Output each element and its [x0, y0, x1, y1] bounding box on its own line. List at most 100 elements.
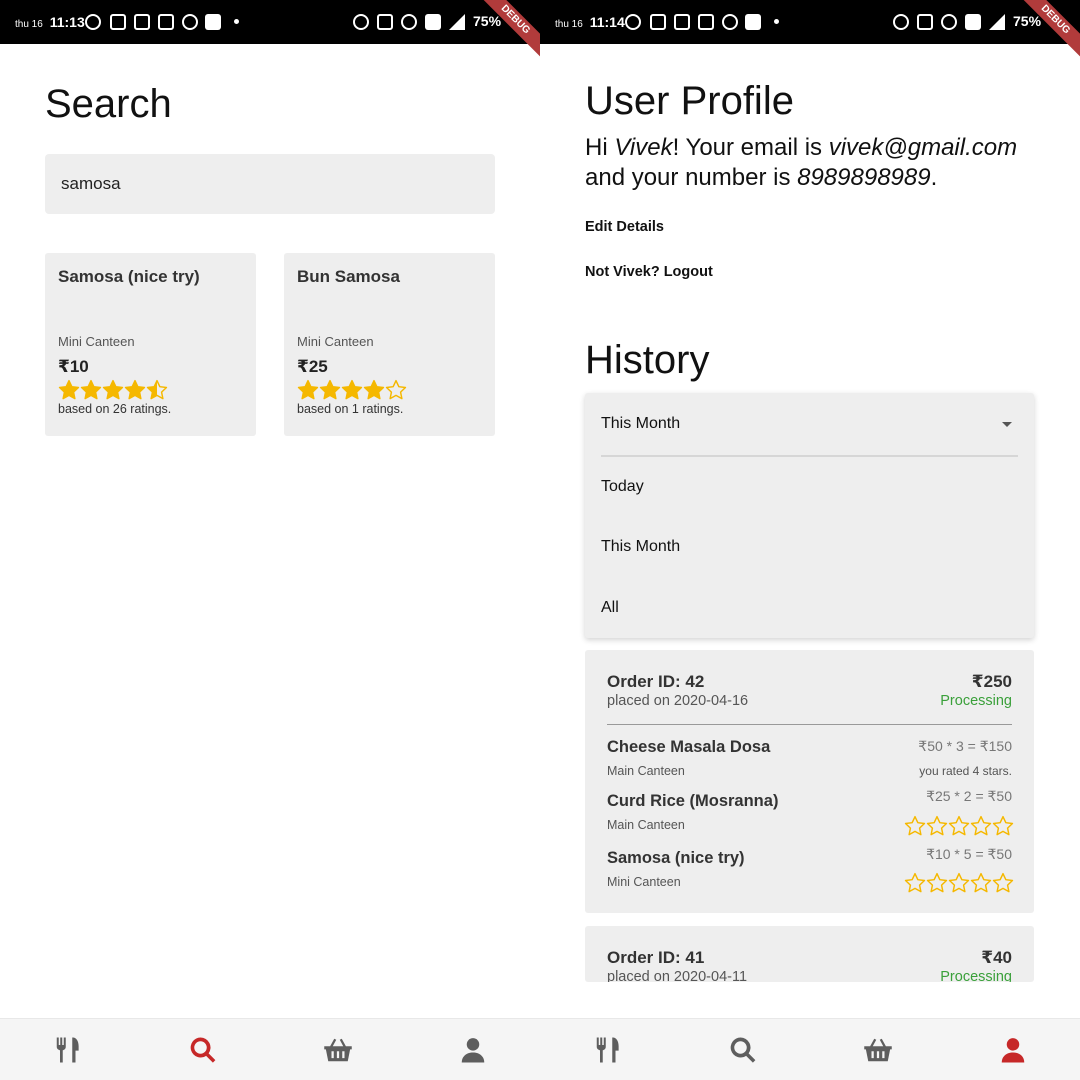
order-item-name: Cheese Masala Dosa — [607, 738, 771, 756]
nav-profile[interactable] — [405, 1019, 540, 1080]
hd-icon — [425, 14, 441, 30]
star-filled-icon — [319, 379, 341, 400]
debug-banner: DEBUG — [470, 0, 540, 65]
rating-stars — [297, 379, 407, 401]
food-canteen: Mini Canteen — [58, 334, 135, 349]
ratings-count: based on 26 ratings. — [58, 402, 172, 416]
status-bar: thu 16 11:14 75% DEBUG — [540, 0, 1080, 65]
order-id: Order ID: 42 — [607, 672, 705, 691]
whatsapp-icon — [625, 14, 641, 30]
food-name: Samosa (nice try) — [58, 267, 200, 286]
star-empty-icon[interactable] — [970, 872, 992, 894]
food-icon — [56, 1037, 79, 1062]
greeting-end: . — [930, 164, 938, 191]
history-title: History — [585, 338, 710, 382]
dropdown-divider — [601, 455, 1018, 457]
star-empty-icon[interactable] — [926, 815, 948, 837]
order-item-name: Samosa (nice try) — [607, 849, 745, 867]
food-price: ₹10 — [58, 357, 89, 376]
rating-stars — [58, 379, 168, 401]
filter-option-all[interactable]: All — [601, 599, 619, 617]
battery-percent: 75% — [1013, 13, 1042, 29]
status-day: thu 16 — [15, 19, 43, 30]
order-date: placed on 2020-04-16 — [607, 693, 749, 709]
nav-menu[interactable] — [540, 1019, 675, 1080]
food-card[interactable]: Bun Samosa Mini Canteen ₹25 based on 1 r… — [284, 253, 495, 436]
order-item-calc: ₹25 * 2 = ₹50 — [926, 788, 1012, 804]
status-clock: 11:13 — [49, 14, 85, 30]
alarm-icon — [353, 14, 369, 30]
hotspot-icon — [401, 14, 417, 30]
notification-dot-icon — [234, 19, 239, 24]
calendar-icon — [158, 14, 174, 30]
star-empty-icon[interactable] — [992, 815, 1014, 837]
alarm-icon — [893, 14, 909, 30]
food-price: ₹25 — [297, 357, 328, 376]
rate-item-stars[interactable] — [904, 872, 1014, 894]
bottom-nav — [0, 1018, 540, 1080]
user-icon — [461, 1037, 484, 1062]
star-empty-icon[interactable] — [992, 872, 1014, 894]
order-id: Order ID: 41 — [607, 948, 705, 967]
user-icon — [1001, 1037, 1024, 1062]
food-canteen: Mini Canteen — [297, 334, 374, 349]
instagram-icon — [110, 14, 126, 30]
profile-summary: Hi Vivek! Your email is vivek@gmail.com … — [585, 133, 1055, 193]
order-item-calc: ₹50 * 3 = ₹150 — [918, 738, 1012, 754]
reddit-icon — [722, 14, 738, 30]
food-icon — [596, 1037, 619, 1062]
order-card: Order ID: 41 placed on 2020-04-11 ₹40 Pr… — [585, 926, 1034, 982]
edit-details-button[interactable]: Edit Details — [585, 219, 664, 235]
search-icon — [730, 1037, 755, 1063]
star-empty-icon[interactable] — [948, 872, 970, 894]
order-total: ₹250 — [971, 672, 1012, 691]
mail-icon — [205, 14, 221, 30]
food-card[interactable]: Samosa (nice try) Mini Canteen ₹10 based… — [45, 253, 256, 436]
logout-button[interactable]: Not Vivek? Logout — [585, 264, 713, 280]
history-filter-dropdown[interactable]: This Month Today This Month All — [585, 393, 1034, 638]
filter-option-this-month[interactable]: This Month — [601, 538, 680, 556]
rate-item-stars[interactable] — [904, 815, 1014, 837]
calendar-icon — [674, 14, 690, 30]
order-item-name: Curd Rice (Mosranna) — [607, 792, 779, 810]
user-name: Vivek — [614, 134, 673, 161]
bottom-nav — [540, 1018, 1080, 1080]
star-filled-icon — [363, 379, 385, 400]
nav-profile[interactable] — [945, 1019, 1080, 1080]
calendar-icon — [698, 14, 714, 30]
basket-icon — [863, 1038, 892, 1061]
order-item-canteen: Main Canteen — [607, 764, 685, 778]
signal-icon — [989, 14, 1005, 30]
filter-selected: This Month — [601, 415, 681, 432]
nav-search[interactable] — [135, 1019, 270, 1080]
order-card: Order ID: 42 placed on 2020-04-16 ₹250 P… — [585, 650, 1034, 913]
order-item-canteen: Mini Canteen — [607, 875, 681, 889]
star-empty-icon[interactable] — [904, 872, 926, 894]
star-filled-icon — [124, 379, 146, 400]
nav-menu[interactable] — [0, 1019, 135, 1080]
basket-icon — [323, 1038, 352, 1061]
instagram-icon — [650, 14, 666, 30]
signal-icon — [449, 14, 465, 30]
star-filled-icon — [297, 379, 319, 400]
ratings-count: based on 1 ratings. — [297, 402, 404, 416]
star-empty-icon[interactable] — [926, 872, 948, 894]
nav-basket[interactable] — [810, 1019, 945, 1080]
search-input[interactable] — [45, 154, 495, 214]
debug-banner: DEBUG — [1010, 0, 1080, 65]
notification-dot-icon — [774, 19, 779, 24]
star-empty-icon[interactable] — [904, 815, 926, 837]
filter-option-today[interactable]: Today — [601, 478, 644, 496]
nav-search[interactable] — [675, 1019, 810, 1080]
star-empty-icon[interactable] — [970, 815, 992, 837]
vibrate-icon — [917, 14, 933, 30]
status-day: thu 16 — [555, 19, 583, 30]
order-item-calc: ₹10 * 5 = ₹50 — [926, 846, 1012, 862]
order-divider — [607, 724, 1012, 725]
star-empty-icon[interactable] — [948, 815, 970, 837]
order-item-rated: you rated 4 stars. — [919, 764, 1012, 778]
page-title: Search — [45, 82, 172, 126]
star-filled-icon — [58, 379, 80, 400]
nav-basket[interactable] — [270, 1019, 405, 1080]
search-icon — [190, 1037, 215, 1063]
